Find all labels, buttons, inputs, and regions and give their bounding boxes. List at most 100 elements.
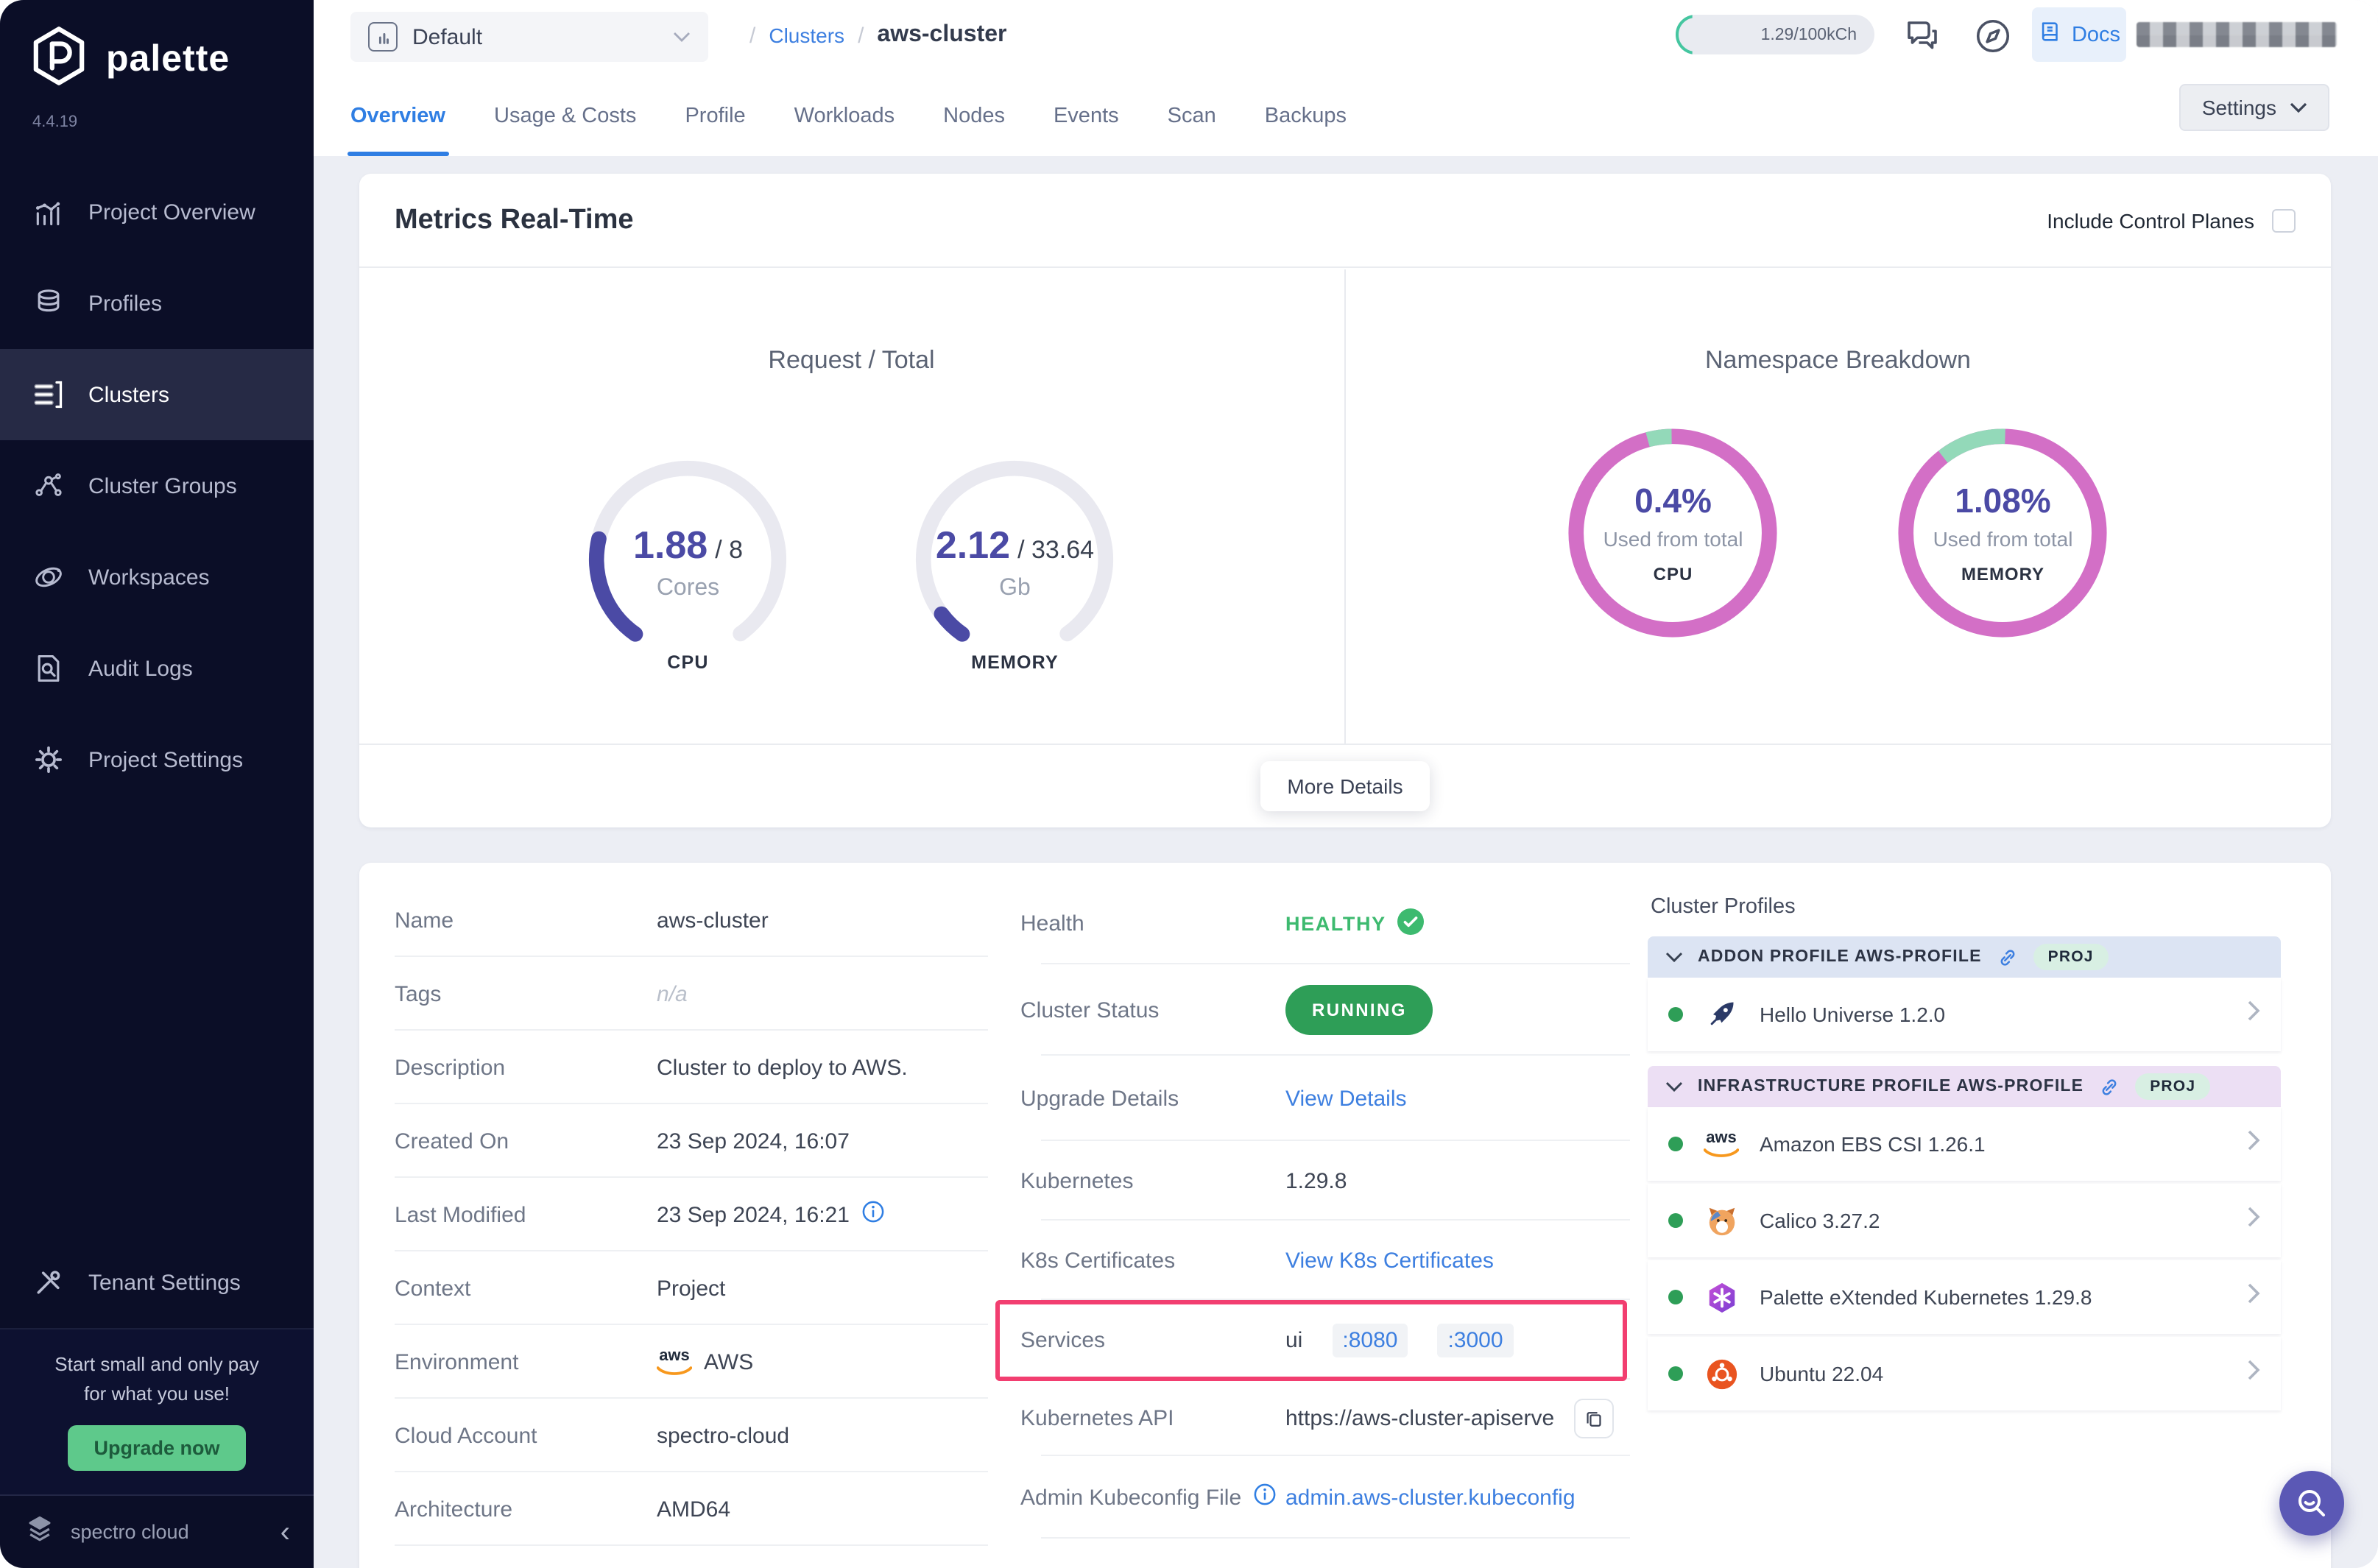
collapse-sidebar-icon[interactable]: ‹ [281, 1517, 290, 1547]
cpu-total-value: / 8 [715, 536, 743, 565]
promo-text-line1: Start small and only pay [15, 1350, 299, 1379]
profile-item-calico[interactable]: Calico 3.27.2 [1648, 1184, 2281, 1257]
namespace-memory-caption: Used from total [1893, 527, 2114, 551]
sidebar-item-label: Project Settings [88, 747, 243, 772]
profile-item-amazon-ebs-csi[interactable]: aws Amazon EBS CSI 1.26.1 [1648, 1107, 2281, 1181]
tab-profile[interactable]: Profile [685, 77, 745, 156]
profile-item-palette-extended-kubernetes[interactable]: Palette eXtended Kubernetes 1.29.8 [1648, 1260, 2281, 1334]
sidebar-item-label: Tenant Settings [88, 1270, 241, 1295]
breadcrumb-current: aws-cluster [877, 22, 1006, 49]
settings-dropdown-button[interactable]: Settings [2180, 84, 2329, 131]
metrics-title: Metrics Real-Time [395, 204, 634, 236]
namespace-cpu-text: 0.4% Used from total CPU [1563, 481, 1784, 585]
tab-backups[interactable]: Backups [1265, 77, 1347, 156]
footer-brand: spectro cloud [71, 1521, 189, 1543]
sidebar-item-label: Profiles [88, 291, 162, 316]
tab-nodes[interactable]: Nodes [943, 77, 1005, 156]
check-circle-icon [1398, 908, 1425, 939]
metrics-header: Metrics Real-Time Include Control Planes [359, 174, 2331, 268]
detail-label: Last Modified [395, 1202, 657, 1227]
sidebar-item-project-overview[interactable]: Project Overview [0, 166, 314, 258]
app-window: palette 4.4.19 Project Overview [0, 0, 2378, 1568]
upgrade-now-button[interactable]: Upgrade now [67, 1425, 246, 1471]
breadcrumb-clusters-link[interactable]: Clusters [769, 24, 844, 47]
profile-item-hello-universe[interactable]: Hello Universe 1.2.0 [1648, 978, 2281, 1051]
addon-profile-header[interactable]: ADDON PROFILE AWS-PROFILE PROJ [1648, 936, 2281, 978]
view-k8s-certificates-link[interactable]: View K8s Certificates [1285, 1248, 1494, 1273]
tab-workloads[interactable]: Workloads [794, 77, 895, 156]
book-icon [2038, 19, 2063, 50]
tab-overview[interactable]: Overview [350, 77, 445, 156]
user-name-redacted[interactable] [2137, 22, 2337, 47]
detail-value: 23 Sep 2024, 16:21 [657, 1200, 885, 1229]
cpu-gauge: 1.88 / 8 Cores CPU [578, 449, 799, 673]
sidebar-item-label: Cluster Groups [88, 473, 237, 498]
sidebar-item-cluster-groups[interactable]: Cluster Groups [0, 440, 314, 532]
last-modified-value: 23 Sep 2024, 16:21 [657, 1202, 850, 1227]
sidebar-item-profiles[interactable]: Profiles [0, 258, 314, 349]
detail-value: n/a [657, 981, 688, 1006]
chat-feedback-icon[interactable] [1902, 16, 1942, 56]
sidebar-item-workspaces[interactable]: Workspaces [0, 532, 314, 623]
aws-logo-icon: aws [657, 1348, 692, 1376]
sidebar-item-tenant-settings[interactable]: Tenant Settings [0, 1237, 314, 1328]
namespace-cpu-caption: Used from total [1563, 527, 1784, 551]
compass-help-icon[interactable] [1973, 16, 2013, 56]
info-icon[interactable] [1253, 1483, 1277, 1512]
environment-value: AWS [704, 1349, 753, 1374]
detail-label: Health [1020, 911, 1285, 936]
detail-row-architecture: Architecture AMD64 [359, 1472, 1006, 1546]
request-total-panel: Request / Total 1.88 / [359, 269, 1345, 744]
tab-events[interactable]: Events [1054, 77, 1119, 156]
info-icon[interactable] [861, 1200, 885, 1229]
sidebar-item-audit-logs[interactable]: Audit Logs [0, 623, 314, 714]
sidebar-item-label: Workspaces [88, 565, 210, 590]
include-control-planes: Include Control Planes [2047, 208, 2296, 232]
usage-quota-text: 1.29/100kCh [1761, 26, 1857, 43]
chevron-right-icon [2247, 1359, 2260, 1388]
search-help-fab[interactable] [2279, 1471, 2344, 1536]
memory-total-value: / 33.64 [1017, 536, 1094, 565]
docs-button[interactable]: Docs [2032, 7, 2126, 62]
audit-search-icon [32, 652, 65, 685]
service-port-link[interactable]: :3000 [1437, 1323, 1513, 1357]
chevron-right-icon [2247, 1282, 2260, 1312]
service-port-link[interactable]: :8080 [1332, 1323, 1408, 1357]
cluster-tabs: Overview Usage & Costs Profile Workloads… [350, 77, 1347, 156]
infrastructure-profile-header[interactable]: INFRASTRUCTURE PROFILE AWS-PROFILE PROJ [1648, 1066, 2281, 1107]
tab-scan[interactable]: Scan [1168, 77, 1216, 156]
namespace-memory-label: MEMORY [1893, 564, 2114, 585]
detail-value: Project [657, 1276, 725, 1301]
breadcrumb-separator: / [749, 23, 755, 48]
details-column: Name aws-cluster Tags n/a Description Cl… [359, 883, 1006, 1546]
proj-scope-badge: PROJ [2033, 944, 2109, 970]
profile-item-label: Amazon EBS CSI 1.26.1 [1760, 1132, 1986, 1156]
view-details-link[interactable]: View Details [1285, 1086, 1407, 1111]
kubeconfig-download-link[interactable]: admin.aws-cluster.kubeconfig [1285, 1485, 1576, 1510]
project-selector[interactable]: Default [350, 12, 708, 62]
cpu-gauge-label: CPU [578, 652, 799, 673]
tab-usage-costs[interactable]: Usage & Costs [494, 77, 636, 156]
detail-label: Cluster Status [1020, 997, 1285, 1023]
memory-unit: Gb [905, 576, 1126, 602]
link-icon [1997, 946, 2019, 968]
running-status-badge[interactable]: RUNNING [1285, 985, 1433, 1035]
include-control-planes-checkbox[interactable] [2272, 208, 2296, 232]
sidebar-item-label: Project Overview [88, 199, 255, 225]
health-value: HEALTHY [1285, 913, 1386, 935]
sidebar-item-project-settings[interactable]: Project Settings [0, 714, 314, 805]
namespace-memory-text: 1.08% Used from total MEMORY [1893, 481, 2114, 585]
profile-item-ubuntu[interactable]: Ubuntu 22.04 [1648, 1337, 2281, 1410]
namespace-memory-donut: 1.08% Used from total MEMORY [1893, 423, 2114, 643]
detail-label: Kubernetes API [1020, 1405, 1285, 1430]
aws-logo-icon: aws [1702, 1125, 1740, 1163]
status-row-admin-kubeconfig: Admin Kubeconfig File admin.aws-cluster.… [1006, 1456, 1648, 1539]
copy-icon[interactable] [1574, 1398, 1614, 1438]
memory-gauge-label: MEMORY [905, 652, 1126, 673]
more-details-button[interactable]: More Details [1260, 761, 1429, 811]
detail-label: Environment [395, 1349, 657, 1374]
namespace-cpu-percent: 0.4% [1563, 481, 1784, 521]
sidebar-item-clusters[interactable]: Clusters [0, 349, 314, 440]
usage-quota-badge[interactable]: 1.29/100kCh [1676, 15, 1874, 54]
spectro-cloud-logo-icon [24, 1514, 56, 1550]
